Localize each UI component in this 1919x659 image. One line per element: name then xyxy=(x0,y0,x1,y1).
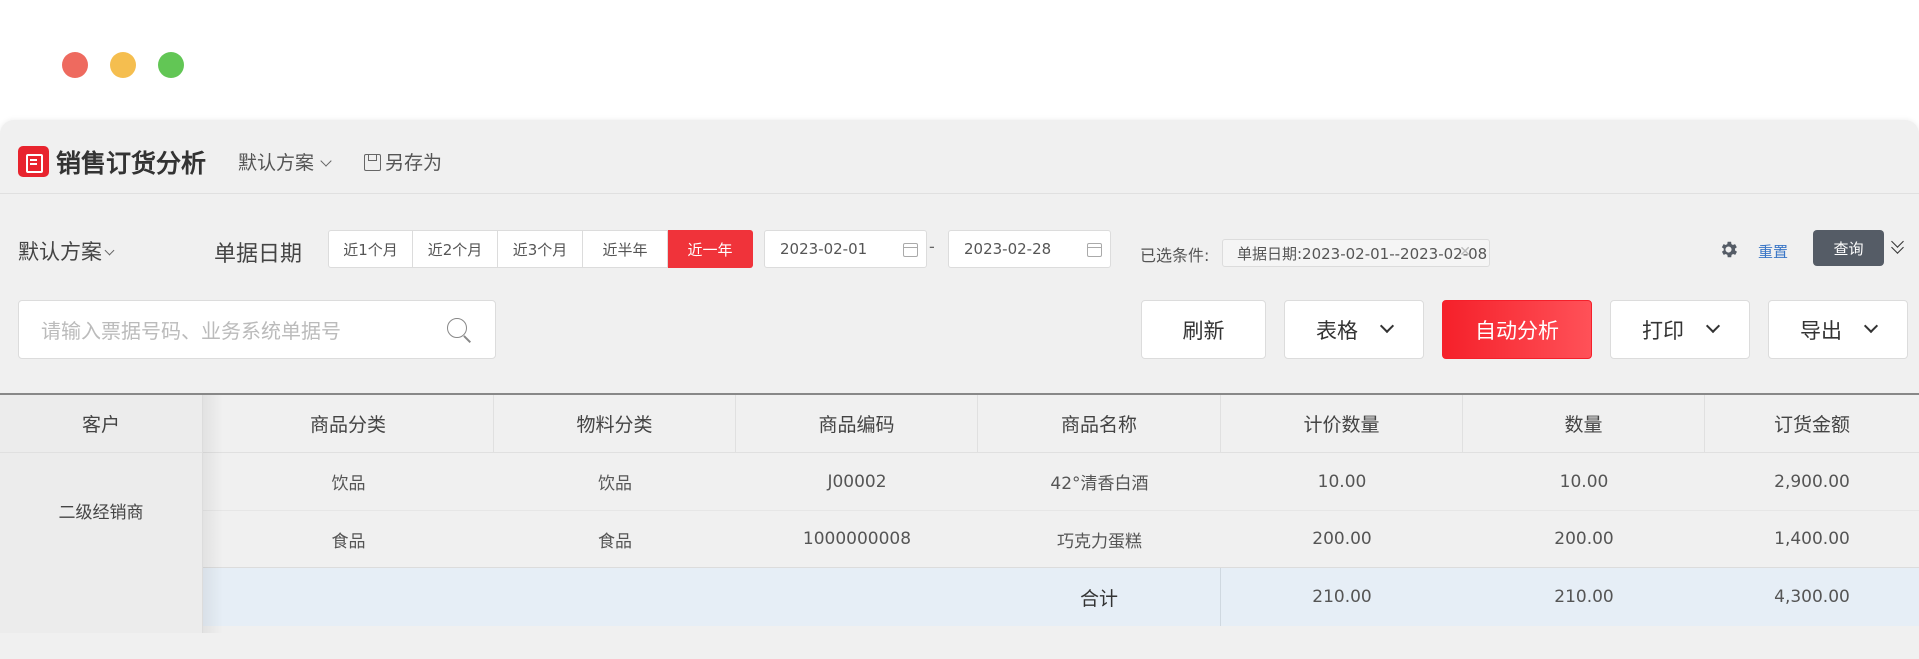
quick-range-group: 近1个月 近2个月 近3个月 近半年 近一年 xyxy=(328,230,753,268)
chevron-down-icon xyxy=(320,155,332,167)
column-header-order-amount[interactable]: 订货金额 xyxy=(1705,395,1919,452)
maximize-window-button[interactable] xyxy=(158,52,184,78)
search-input[interactable]: 请输入票据号码、业务系统单据号 xyxy=(18,300,496,359)
total-amount: 4,300.00 xyxy=(1774,587,1850,607)
column-header-product-name[interactable]: 商品名称 xyxy=(978,395,1221,452)
range-3-months[interactable]: 近3个月 xyxy=(498,230,583,268)
print-label: 打印 xyxy=(1642,318,1684,343)
condition-tag: 单据日期:2023-02-01--2023-02-08 ✕ xyxy=(1222,239,1490,267)
total-price-quantity: 210.00 xyxy=(1312,587,1372,607)
date-separator: - xyxy=(929,237,935,256)
condition-tag-text: 单据日期:2023-02-01--2023-02-08 xyxy=(1237,244,1488,263)
table-cell: 10.00 xyxy=(1559,471,1609,492)
table-cell: 2,900.00 xyxy=(1774,471,1850,492)
table-cell: 饮品 xyxy=(598,474,632,494)
column-header-quantity[interactable]: 数量 xyxy=(1463,395,1705,452)
data-table: 客户 二级经销商 商品分类 物料分类 商品编码 商品名称 计价数量 数量 订货金… xyxy=(0,393,1919,633)
table-cell: J00002 xyxy=(827,471,887,492)
table-cell: 饮品 xyxy=(331,474,366,494)
range-2-months[interactable]: 近2个月 xyxy=(413,230,498,268)
save-icon xyxy=(364,154,381,171)
total-row: 合计 210.00 210.00 4,300.00 xyxy=(203,568,1919,626)
customer-cell: 二级经销商 xyxy=(58,503,144,523)
table-cell: 1,400.00 xyxy=(1774,529,1850,549)
table-cell: 食品 xyxy=(331,531,366,552)
column-header-product-category[interactable]: 商品分类 xyxy=(203,395,494,452)
app-window: 销售订货分析 默认方案 另存为 默认方案 单据日期 近1个月 近2个月 近3个月… xyxy=(0,120,1919,659)
chevron-down-icon xyxy=(1863,318,1879,333)
table-view-button[interactable]: 表格 xyxy=(1284,300,1424,359)
close-icon[interactable]: ✕ xyxy=(1459,244,1471,260)
start-date-input[interactable]: 2023-02-01 xyxy=(764,230,927,268)
minimize-window-button[interactable] xyxy=(110,52,136,78)
table-cell: 42°清香白酒 xyxy=(1050,474,1149,494)
close-window-button[interactable] xyxy=(62,52,88,78)
column-header-price-quantity[interactable]: 计价数量 xyxy=(1221,395,1463,452)
column-header-product-code[interactable]: 商品编码 xyxy=(736,395,978,452)
print-button[interactable]: 打印 xyxy=(1610,300,1750,359)
report-icon xyxy=(18,146,49,177)
table-cell: 10.00 xyxy=(1317,471,1367,492)
end-date-value: 2023-02-28 xyxy=(964,240,1052,258)
search-placeholder: 请输入票据号码、业务系统单据号 xyxy=(41,319,341,343)
total-quantity: 210.00 xyxy=(1554,587,1614,607)
calendar-icon[interactable] xyxy=(903,243,918,257)
filter-plan-label: 默认方案 xyxy=(18,240,102,264)
plan-dropdown[interactable]: 默认方案 xyxy=(238,148,332,175)
chevron-down-icon xyxy=(104,245,115,256)
start-date-value: 2023-02-01 xyxy=(780,240,868,258)
chevron-down-icon xyxy=(1379,318,1395,333)
date-filter-label: 单据日期 xyxy=(214,242,303,267)
gear-icon[interactable] xyxy=(1718,239,1739,260)
auto-analysis-button[interactable]: 自动分析 xyxy=(1442,300,1592,359)
search-icon[interactable] xyxy=(447,318,471,342)
table-cell: 巧克力蛋糕 xyxy=(1057,531,1142,552)
export-button[interactable]: 导出 xyxy=(1768,300,1908,359)
table-grid: 商品分类 物料分类 商品编码 商品名称 计价数量 数量 订货金额 饮品 饮品 J… xyxy=(203,395,1919,633)
refresh-label: 刷新 xyxy=(1182,318,1225,343)
table-cell: 食品 xyxy=(598,531,632,552)
table-row[interactable]: 食品 食品 1000000008 巧克力蛋糕 200.00 200.00 1,4… xyxy=(203,511,1919,568)
header-bar: 销售订货分析 默认方案 另存为 xyxy=(0,120,1919,194)
save-as-label: 另存为 xyxy=(385,152,443,174)
customer-column: 客户 二级经销商 xyxy=(0,395,203,633)
table-row[interactable]: 饮品 饮品 J00002 42°清香白酒 10.00 10.00 2,900.0… xyxy=(203,453,1919,511)
query-button[interactable]: 查询 xyxy=(1813,230,1884,266)
table-header-row: 商品分类 物料分类 商品编码 商品名称 计价数量 数量 订货金额 xyxy=(203,395,1919,453)
column-header-customer[interactable]: 客户 xyxy=(0,395,202,453)
chevron-down-icon xyxy=(1705,318,1721,333)
save-as-button[interactable]: 另存为 xyxy=(364,148,442,175)
table-cell: 200.00 xyxy=(1554,529,1614,549)
collapse-icon[interactable] xyxy=(1890,235,1906,257)
table-view-label: 表格 xyxy=(1316,318,1358,343)
range-1-month[interactable]: 近1个月 xyxy=(328,230,413,268)
range-half-year[interactable]: 近半年 xyxy=(583,230,668,268)
filter-plan-dropdown[interactable]: 默认方案 xyxy=(18,236,115,266)
export-label: 导出 xyxy=(1800,318,1842,343)
range-one-year[interactable]: 近一年 xyxy=(668,230,753,268)
plan-dropdown-label: 默认方案 xyxy=(238,152,315,174)
table-cell: 1000000008 xyxy=(802,529,912,549)
column-header-material-category[interactable]: 物料分类 xyxy=(494,395,736,452)
selected-conditions-label: 已选条件: xyxy=(1140,246,1210,265)
auto-analysis-label: 自动分析 xyxy=(1475,318,1559,343)
table-cell: 200.00 xyxy=(1312,529,1372,549)
page-title: 销售订货分析 xyxy=(56,149,207,178)
calendar-icon[interactable] xyxy=(1087,243,1102,257)
reset-link[interactable]: 重置 xyxy=(1758,241,1788,262)
refresh-button[interactable]: 刷新 xyxy=(1141,300,1266,359)
end-date-input[interactable]: 2023-02-28 xyxy=(948,230,1111,268)
total-label: 合计 xyxy=(203,568,1221,626)
